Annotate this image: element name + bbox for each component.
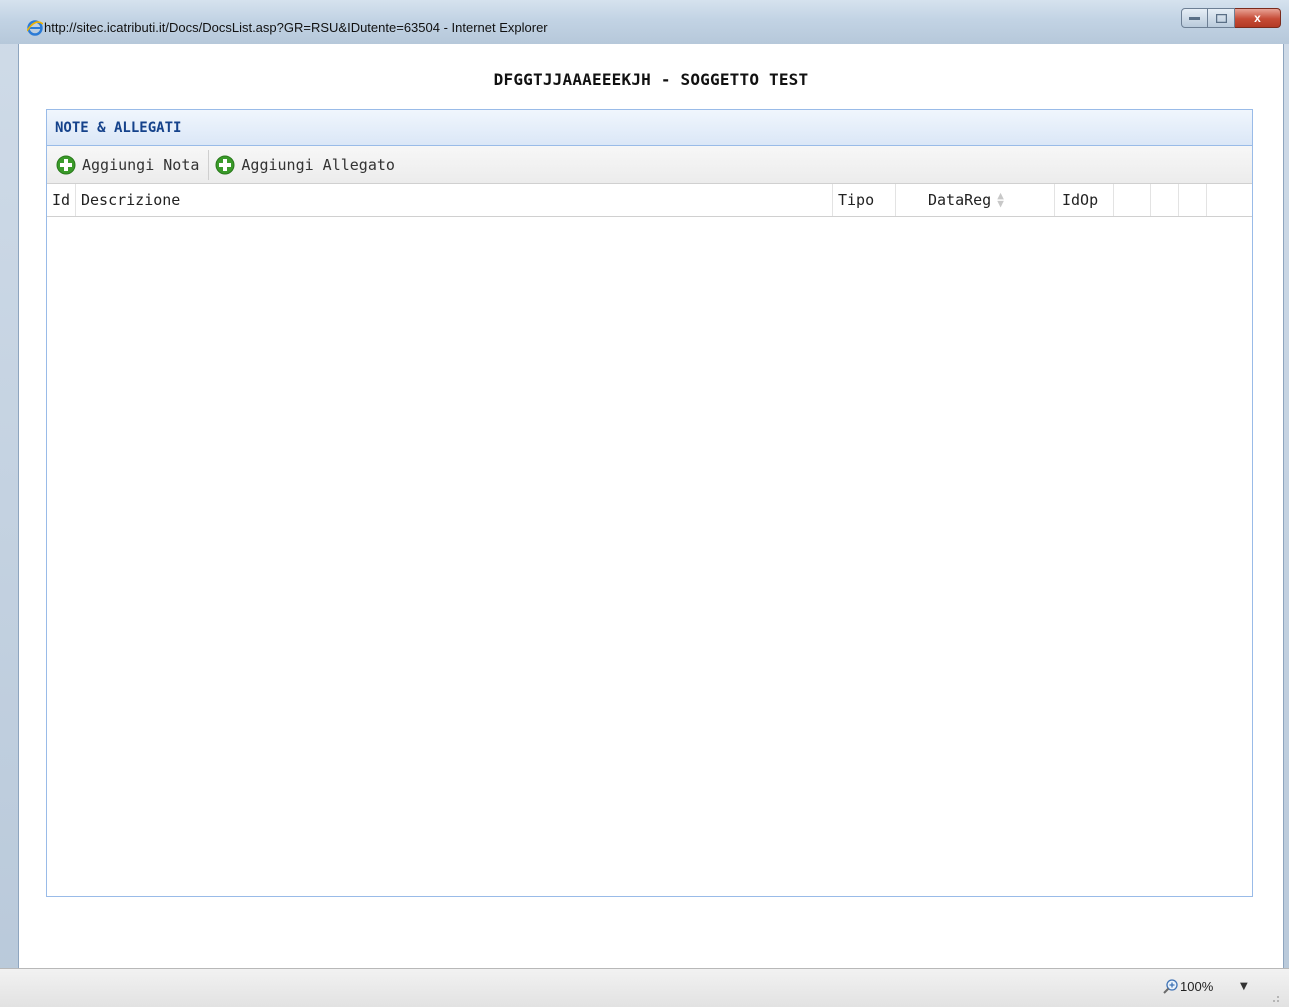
notes-attachments-panel: NOTE & ALLEGATI Aggiungi Nota Aggiungi A…	[46, 109, 1253, 897]
chevron-down-icon[interactable]: ▼	[1240, 981, 1248, 992]
column-header-id[interactable]: Id	[47, 184, 76, 216]
page-content: DFGGTJJAAAEEEKJH - SOGGETTO TEST NOTE & …	[18, 44, 1284, 968]
column-header-datareg[interactable]: DataReg ▲ ▼	[896, 184, 1055, 216]
grid-body[interactable]	[47, 217, 1252, 896]
column-header-descrizione-label: Descrizione	[81, 191, 181, 209]
column-header-tipo[interactable]: Tipo	[833, 184, 896, 216]
zoom-control[interactable]: 100%	[1163, 979, 1213, 994]
window-title: http://sitec.icatributi.it/Docs/DocsList…	[44, 20, 548, 35]
window-controls: x	[1181, 8, 1281, 30]
column-header-datareg-label: DataReg	[928, 191, 992, 209]
minimize-button[interactable]	[1181, 8, 1208, 28]
add-attachment-button[interactable]: Aggiungi Allegato	[212, 150, 401, 180]
column-header-tipo-label: Tipo	[838, 191, 875, 209]
minimize-icon	[1189, 17, 1200, 20]
toolbar-separator	[208, 149, 210, 180]
status-bar: 100% ▼	[0, 968, 1289, 1007]
grid-header: Id Descrizione Tipo DataReg ▲ ▼ IdOp	[47, 184, 1252, 217]
column-header-scroll-spacer	[1207, 184, 1224, 216]
sort-arrows-icon: ▲ ▼	[997, 189, 1004, 210]
column-header-id-label: Id	[52, 191, 71, 209]
panel-title: NOTE & ALLEGATI	[55, 119, 182, 136]
panel-header: NOTE & ALLEGATI	[47, 110, 1252, 146]
add-attachment-label: Aggiungi Allegato	[241, 155, 395, 174]
maximize-icon	[1215, 13, 1227, 23]
internet-explorer-icon	[27, 20, 43, 36]
close-button[interactable]: x	[1235, 8, 1281, 28]
add-note-button[interactable]: Aggiungi Nota	[53, 150, 205, 180]
column-header-descrizione[interactable]: Descrizione	[76, 184, 833, 216]
close-icon: x	[1254, 11, 1261, 25]
column-header-idop[interactable]: IdOp	[1055, 184, 1114, 216]
title-bar[interactable]: http://sitec.icatributi.it/Docs/DocsList…	[0, 0, 1289, 44]
browser-window: http://sitec.icatributi.it/Docs/DocsList…	[0, 0, 1289, 1007]
zoom-level: 100%	[1180, 979, 1214, 994]
page-title: DFGGTJJAAAEEEKJH - SOGGETTO TEST	[493, 70, 809, 89]
column-header-action-1	[1114, 184, 1151, 216]
maximize-button[interactable]	[1208, 8, 1235, 28]
column-header-action-3	[1179, 184, 1207, 216]
panel-toolbar: Aggiungi Nota Aggiungi Allegato	[47, 146, 1252, 184]
add-note-label: Aggiungi Nota	[82, 155, 200, 174]
green-plus-icon	[56, 155, 76, 174]
column-header-idop-label: IdOp	[1062, 191, 1099, 209]
magnifier-plus-icon	[1163, 979, 1178, 994]
column-header-action-2	[1151, 184, 1179, 216]
green-plus-icon	[215, 155, 235, 174]
resize-grip-icon[interactable]	[1268, 991, 1280, 1003]
